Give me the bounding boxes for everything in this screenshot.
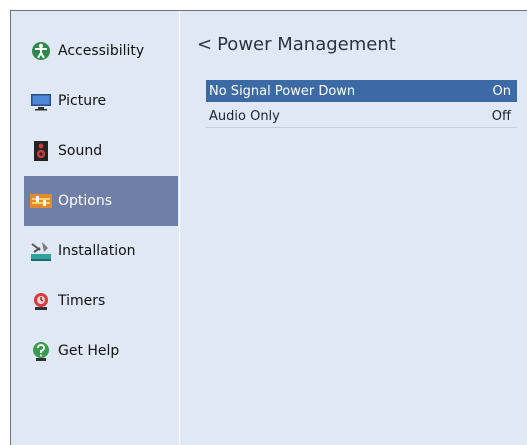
settings-sidebar: Accessibility Picture Sound Options Inst… (11, 11, 180, 445)
page-title-text: Power Management (217, 34, 396, 55)
speaker-icon (30, 140, 52, 162)
satellite-icon (30, 240, 52, 262)
sidebar-item-label: Installation (58, 243, 136, 259)
tv-menu-window: Accessibility Picture Sound Options Inst… (10, 10, 527, 445)
sidebar-item-sound[interactable]: Sound (24, 126, 178, 176)
back-chevron-icon[interactable]: < (197, 34, 212, 55)
sidebar-item-label: Accessibility (58, 43, 145, 59)
sidebar-item-timers[interactable]: Timers (24, 276, 178, 326)
sidebar-item-get-help[interactable]: Get Help (24, 326, 178, 376)
setting-row-audio-only[interactable]: Audio Only Off (206, 106, 517, 128)
help-icon (30, 340, 52, 362)
options-icon (30, 190, 52, 212)
sidebar-item-label: Sound (58, 143, 103, 159)
sidebar-item-accessibility[interactable]: Accessibility (24, 26, 178, 76)
setting-row-no-signal-power-down[interactable]: No Signal Power Down On (206, 80, 517, 102)
sidebar-item-label: Timers (58, 293, 106, 309)
sidebar-item-installation[interactable]: Installation (24, 226, 178, 276)
setting-label: Audio Only (209, 109, 280, 124)
accessibility-icon (30, 40, 52, 62)
tv-icon (30, 90, 52, 112)
sidebar-item-label: Picture (58, 93, 107, 109)
power-management-panel: < Power Management No Signal Power Down … (180, 11, 527, 445)
sidebar-item-options[interactable]: Options (24, 176, 178, 226)
setting-value: Off (491, 109, 511, 124)
sidebar-item-picture[interactable]: Picture (24, 76, 178, 126)
sidebar-item-label: Get Help (58, 343, 120, 359)
setting-value: On (492, 83, 511, 99)
timer-icon (30, 290, 52, 312)
setting-label: No Signal Power Down (209, 83, 356, 99)
page-title: < Power Management (197, 34, 396, 55)
sidebar-item-label: Options (58, 193, 113, 209)
